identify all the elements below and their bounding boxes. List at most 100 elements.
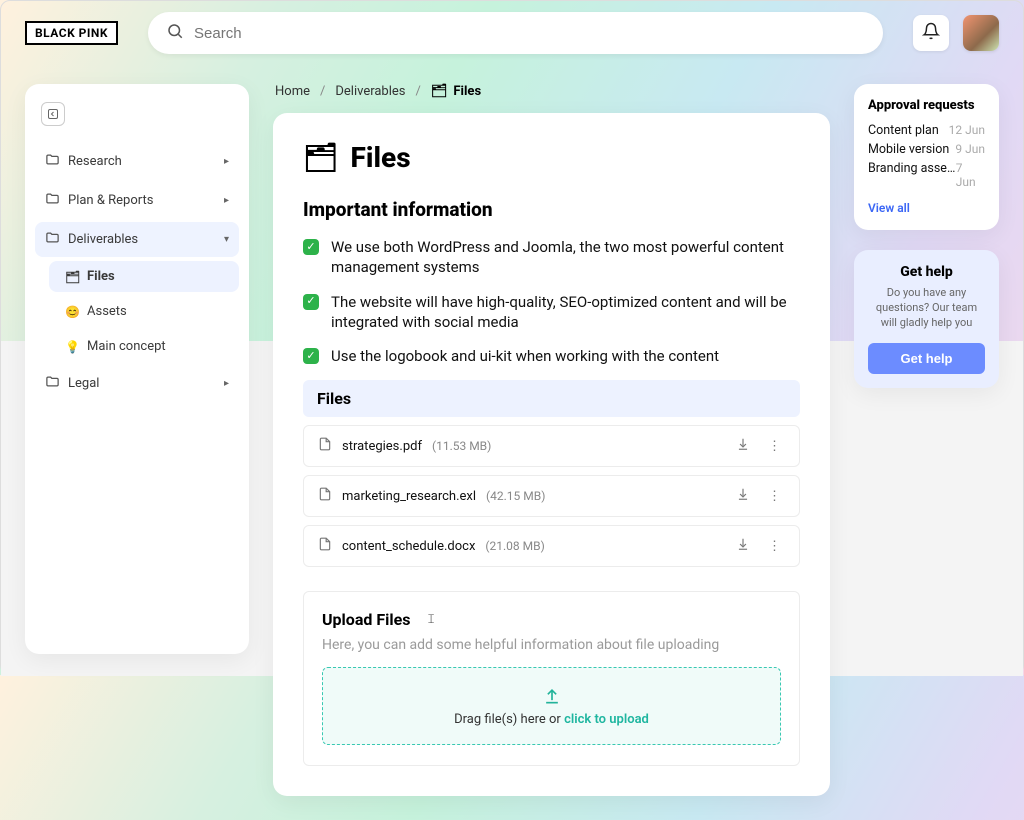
sidebar: Research ▸ Plan & Reports ▸ Deliverables…	[25, 84, 249, 654]
help-card: Get help Do you have any questions? Our …	[854, 250, 999, 388]
right-column: Approval requests Content plan 12 Jun Mo…	[854, 84, 999, 388]
sidebar-item-label: Deliverables	[68, 232, 138, 247]
download-button[interactable]	[732, 487, 754, 505]
notifications-button[interactable]	[913, 15, 949, 51]
sidebar-subitem-assets[interactable]: 😊 Assets	[49, 296, 239, 327]
sidebar-item-label: Assets	[87, 304, 127, 319]
info-bullets: ✓ We use both WordPress and Joomla, the t…	[303, 237, 800, 366]
download-button[interactable]	[732, 437, 754, 455]
approval-date: 7 Jun	[956, 161, 985, 189]
info-bullet-text: The website will have high-quality, SEO-…	[331, 292, 800, 333]
approval-label: Branding asse...	[868, 161, 956, 189]
sidebar-item-plan-reports[interactable]: Plan & Reports ▸	[35, 183, 239, 218]
check-icon: ✓	[303, 348, 319, 364]
download-icon	[736, 537, 750, 551]
upload-dropzone[interactable]: Drag file(s) here or click to upload	[322, 667, 781, 745]
sidebar-item-research[interactable]: Research ▸	[35, 144, 239, 179]
view-all-link[interactable]: View all	[868, 201, 910, 215]
chevron-left-icon	[47, 108, 59, 120]
header-tools	[913, 15, 999, 51]
app-header: BLACK PINK	[1, 1, 1023, 65]
file-name: strategies.pdf	[342, 439, 422, 454]
user-avatar[interactable]	[963, 15, 999, 51]
sidebar-collapse-button[interactable]	[41, 102, 65, 126]
breadcrumb-separator: /	[416, 84, 421, 99]
download-icon	[736, 487, 750, 501]
help-title: Get help	[868, 264, 985, 280]
approval-label: Content plan	[868, 123, 939, 138]
search-icon	[166, 22, 184, 44]
content-card: 🗂 Files Important information ✓ We use bo…	[273, 113, 830, 796]
approval-label: Mobile version	[868, 142, 949, 157]
file-row[interactable]: marketing_research.exl (42.15 MB) ⋮	[303, 475, 800, 517]
sidebar-item-label: Plan & Reports	[68, 193, 153, 208]
folder-icon	[45, 230, 60, 249]
chevron-right-icon: ▸	[224, 156, 229, 167]
help-description: Do you have any questions? Our team will…	[868, 286, 985, 331]
files-section-heading: Files	[303, 380, 800, 417]
card-box-icon: 🗂	[431, 84, 448, 99]
breadcrumb-deliverables[interactable]: Deliverables	[335, 84, 405, 99]
chevron-right-icon: ▸	[224, 195, 229, 206]
upload-section: Upload Files 𝙸 Here, you can add some he…	[303, 591, 800, 766]
approval-row[interactable]: Content plan 12 Jun	[868, 123, 985, 138]
folder-icon	[45, 374, 60, 393]
sidebar-sublist: 🗂 Files 😊 Assets 💡 Main concept	[49, 261, 239, 362]
search-input[interactable]	[194, 25, 865, 42]
get-help-button[interactable]: Get help	[868, 343, 985, 374]
lightbulb-icon: 💡	[65, 340, 79, 354]
file-row[interactable]: strategies.pdf (11.53 MB) ⋮	[303, 425, 800, 467]
sidebar-item-deliverables[interactable]: Deliverables ▾	[35, 222, 239, 257]
file-more-button[interactable]: ⋮	[764, 489, 785, 504]
file-name: marketing_research.exl	[342, 489, 476, 504]
folder-icon	[45, 152, 60, 171]
dropzone-prefix: Drag file(s) here or	[454, 712, 564, 727]
approval-row[interactable]: Mobile version 9 Jun	[868, 142, 985, 157]
text-cursor-icon: 𝙸	[426, 612, 435, 627]
card-box-icon: 🗂	[303, 141, 339, 174]
approval-date: 9 Jun	[955, 142, 985, 157]
approval-title: Approval requests	[868, 98, 985, 113]
breadcrumb-current: 🗂 Files	[431, 84, 481, 99]
section-important-info-title: Important information	[303, 198, 800, 221]
download-button[interactable]	[732, 537, 754, 555]
info-bullet: ✓Use the logobook and ui-kit when workin…	[303, 346, 800, 366]
smile-icon: 😊	[65, 305, 79, 319]
page-title-text: Files	[351, 141, 411, 174]
document-icon	[318, 436, 332, 456]
approval-requests-card: Approval requests Content plan 12 Jun Mo…	[854, 84, 999, 230]
approval-row[interactable]: Branding asse... 7 Jun	[868, 161, 985, 189]
dropzone-text: Drag file(s) here or click to upload	[454, 712, 649, 727]
kebab-icon: ⋮	[768, 539, 781, 554]
file-size: (42.15 MB)	[486, 489, 545, 503]
file-more-button[interactable]: ⋮	[764, 539, 785, 554]
search-bar[interactable]	[148, 12, 883, 54]
brand-logo: BLACK PINK	[25, 21, 118, 45]
sidebar-item-label: Legal	[68, 376, 99, 391]
sidebar-item-label: Files	[87, 269, 115, 284]
document-icon	[318, 536, 332, 556]
check-icon: ✓	[303, 294, 319, 310]
bell-icon	[922, 22, 940, 44]
kebab-icon: ⋮	[768, 489, 781, 504]
info-bullet: ✓We use both WordPress and Joomla, the t…	[303, 237, 800, 278]
sidebar-item-legal[interactable]: Legal ▸	[35, 366, 239, 401]
chevron-right-icon: ▸	[224, 378, 229, 389]
sidebar-item-label: Research	[68, 154, 122, 169]
page-title: 🗂 Files	[303, 141, 800, 174]
file-size: (11.53 MB)	[432, 439, 491, 453]
upload-description: Here, you can add some helpful informati…	[322, 637, 781, 653]
dropzone-click-link[interactable]: click to upload	[564, 712, 649, 727]
info-bullet-text: We use both WordPress and Joomla, the tw…	[331, 237, 800, 278]
card-box-icon: 🗂	[65, 270, 79, 284]
folder-icon	[45, 191, 60, 210]
file-row[interactable]: content_schedule.docx (21.08 MB) ⋮	[303, 525, 800, 567]
main-column: Home / Deliverables / 🗂 Files 🗂 Files Im…	[273, 84, 830, 796]
document-icon	[318, 486, 332, 506]
sidebar-subitem-files[interactable]: 🗂 Files	[49, 261, 239, 292]
breadcrumb-home[interactable]: Home	[275, 84, 310, 99]
sidebar-subitem-main-concept[interactable]: 💡 Main concept	[49, 331, 239, 362]
kebab-icon: ⋮	[768, 439, 781, 454]
upload-title: Upload Files	[322, 610, 410, 629]
file-more-button[interactable]: ⋮	[764, 439, 785, 454]
